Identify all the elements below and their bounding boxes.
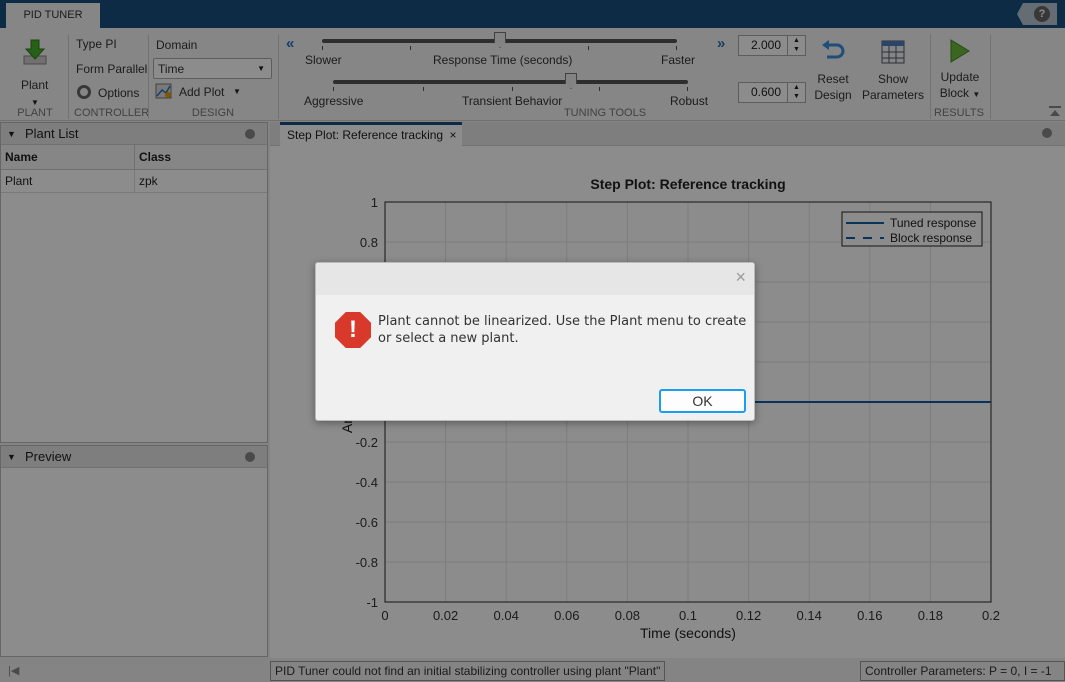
error-dialog: × ! Plant cannot be linearized. Use the …: [315, 262, 755, 421]
close-icon[interactable]: ×: [735, 267, 746, 288]
dialog-titlebar: [316, 263, 754, 295]
ok-button[interactable]: OK: [659, 389, 746, 413]
error-icon: !: [335, 312, 371, 348]
dialog-message: Plant cannot be linearized. Use the Plan…: [378, 314, 747, 346]
